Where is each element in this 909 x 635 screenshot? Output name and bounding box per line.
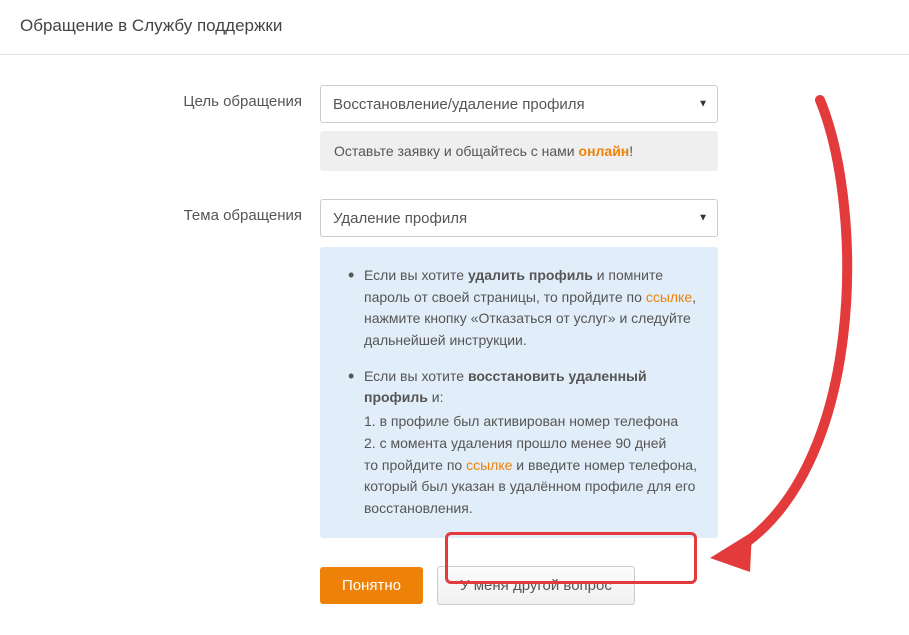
row-purpose: Цель обращения Восстановление/удаление п… <box>20 85 889 171</box>
page-title: Обращение в Службу поддержки <box>20 16 889 36</box>
purpose-label: Цель обращения <box>20 85 320 110</box>
info-item-restore: Если вы хотите восстановить удаленный пр… <box>348 366 700 520</box>
support-form: Цель обращения Восстановление/удаление п… <box>0 55 909 635</box>
purpose-hint: Оставьте заявку и общайтесь с нами онлай… <box>320 131 718 171</box>
buttons-row: Понятно У меня другой вопрос <box>320 566 718 605</box>
info-sublist: 1. в профиле был активирован номер телеф… <box>364 411 700 454</box>
info-subitem: 2. с момента удаления прошло менее 90 дн… <box>364 433 700 455</box>
topic-label: Тема обращения <box>20 199 320 224</box>
purpose-select-wrap: Восстановление/удаление профиля ▼ <box>320 85 718 123</box>
info-text: и: <box>428 389 444 405</box>
info-text: Если вы хотите <box>364 368 468 384</box>
page-header: Обращение в Службу поддержки <box>0 0 909 55</box>
info-subitem: 1. в профиле был активирован номер телеф… <box>364 411 700 433</box>
purpose-field: Восстановление/удаление профиля ▼ Оставь… <box>320 85 718 171</box>
hint-text-prefix: Оставьте заявку и общайтесь с нами <box>334 143 579 159</box>
info-text: Если вы хотите <box>364 267 468 283</box>
info-box: Если вы хотите удалить профиль и помните… <box>320 247 718 538</box>
other-question-button[interactable]: У меня другой вопрос <box>437 566 635 605</box>
info-item-delete: Если вы хотите удалить профиль и помните… <box>348 265 700 352</box>
ok-button[interactable]: Понятно <box>320 567 423 604</box>
topic-select-wrap: Удаление профиля ▼ <box>320 199 718 237</box>
info-text: то пройдите по <box>364 457 466 473</box>
info-link-delete[interactable]: ссылке <box>646 289 692 305</box>
hint-text-suffix: ! <box>629 143 633 159</box>
hint-highlight: онлайн <box>579 143 630 159</box>
topic-select[interactable]: Удаление профиля <box>320 199 718 237</box>
info-link-restore[interactable]: ссылке <box>466 457 512 473</box>
row-topic: Тема обращения Удаление профиля ▼ Если в… <box>20 199 889 605</box>
purpose-select[interactable]: Восстановление/удаление профиля <box>320 85 718 123</box>
topic-field: Удаление профиля ▼ Если вы хотите удалит… <box>320 199 718 605</box>
info-bold: удалить профиль <box>468 267 593 283</box>
